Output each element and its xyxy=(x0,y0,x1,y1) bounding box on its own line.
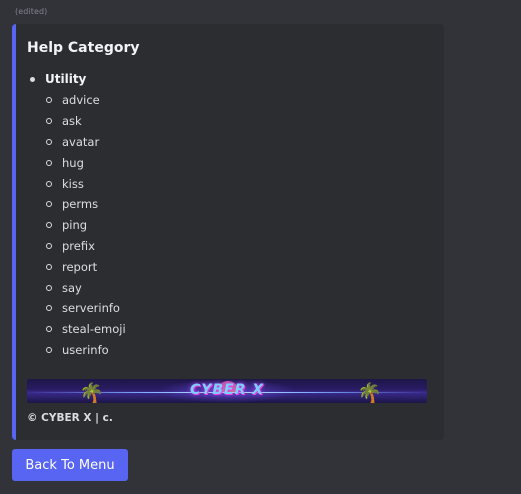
command-name: userinfo xyxy=(62,342,109,357)
circle-bullet-icon xyxy=(46,97,52,104)
circle-bullet-icon xyxy=(46,201,52,208)
command-name: perms xyxy=(62,197,99,212)
list-item: prefix xyxy=(46,236,126,257)
help-embed: Help Category Utility advice ask avatar … xyxy=(12,24,444,440)
command-name: report xyxy=(62,259,98,274)
circle-bullet-icon xyxy=(46,284,52,291)
bullet-icon xyxy=(30,76,35,82)
circle-bullet-icon xyxy=(46,346,52,353)
list-item: advice xyxy=(46,90,126,111)
embed-footer: © CYBER X | c. xyxy=(27,412,113,424)
command-name: say xyxy=(62,280,82,295)
command-name: hug xyxy=(62,155,84,170)
circle-bullet-icon xyxy=(46,180,52,187)
list-item: report xyxy=(46,256,126,277)
command-list: advice ask avatar hug kiss perms ping pr… xyxy=(46,90,126,360)
back-to-menu-button[interactable]: Back To Menu xyxy=(12,449,128,481)
list-item: ping xyxy=(46,215,126,236)
list-item: userinfo xyxy=(46,340,126,361)
command-name: steal-emoji xyxy=(62,322,126,337)
embed-title: Help Category xyxy=(27,40,140,56)
command-name: prefix xyxy=(62,238,95,253)
circle-bullet-icon xyxy=(46,159,52,166)
list-item: say xyxy=(46,277,126,298)
embed-banner-image[interactable]: 🌴 🌴 CYBER X xyxy=(27,379,427,403)
circle-bullet-icon xyxy=(46,305,52,312)
list-item: kiss xyxy=(46,173,126,194)
command-name: ask xyxy=(62,114,82,129)
banner-logo: CYBER X xyxy=(189,382,265,398)
circle-bullet-icon xyxy=(46,222,52,229)
circle-bullet-icon xyxy=(46,242,52,249)
list-item: steal-emoji xyxy=(46,319,126,340)
circle-bullet-icon xyxy=(46,138,52,145)
circle-bullet-icon xyxy=(46,118,52,125)
list-item: serverinfo xyxy=(46,298,126,319)
command-name: avatar xyxy=(62,134,100,149)
edited-label: (edited) xyxy=(15,7,48,16)
list-item: avatar xyxy=(46,132,126,153)
command-name: serverinfo xyxy=(62,301,120,316)
list-item: ask xyxy=(46,111,126,132)
command-name: kiss xyxy=(62,176,84,191)
section-utility: Utility xyxy=(30,72,86,86)
command-name: ping xyxy=(62,218,88,233)
circle-bullet-icon xyxy=(46,263,52,270)
list-item: hug xyxy=(46,152,126,173)
circle-bullet-icon xyxy=(46,326,52,333)
command-name: advice xyxy=(62,93,100,108)
section-label: Utility xyxy=(45,72,87,86)
list-item: perms xyxy=(46,194,126,215)
